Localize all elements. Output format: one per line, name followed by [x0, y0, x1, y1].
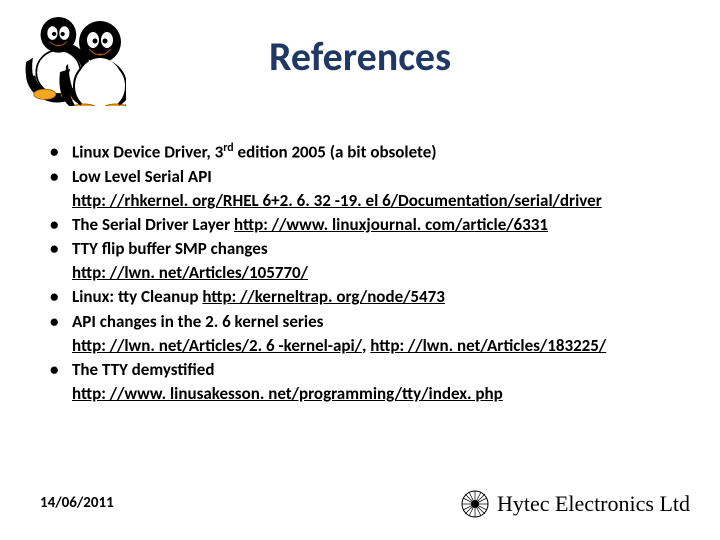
list-item: • The Serial Driver Layer http: //www. l…: [50, 213, 680, 237]
company-logo-icon: [461, 490, 489, 518]
link[interactable]: http: //www. linusakesson. net/programmi…: [72, 383, 503, 404]
list-item: •The TTY demystified: [50, 358, 680, 382]
list-item: http: //lwn. net/Articles/2. 6 -kernel-a…: [50, 334, 680, 358]
list-item: •Low Level Serial API: [50, 165, 680, 189]
link[interactable]: http: //lwn. net/Articles/105770/: [72, 262, 308, 283]
list-item: http: //www. linusakesson. net/programmi…: [50, 382, 680, 406]
footer-company: Hytec Electronics Ltd: [461, 490, 690, 518]
link[interactable]: http: //www. linuxjournal. com/article/6…: [234, 214, 548, 235]
list-item: •TTY flip buffer SMP changes: [50, 237, 680, 261]
list-item: http: //rhkernel. org/RHEL 6+2. 6. 32 -1…: [50, 189, 680, 213]
link[interactable]: http: //lwn. net/Articles/183225/: [370, 335, 606, 356]
list-item: • Linux Device Driver, 3rd edition 2005 …: [50, 140, 680, 165]
list-item: •API changes in the 2. 6 kernel series: [50, 310, 680, 334]
link[interactable]: http: //rhkernel. org/RHEL 6+2. 6. 32 -1…: [72, 190, 602, 211]
link[interactable]: http: //kerneltrap. org/node/5473: [202, 286, 445, 307]
references-list: • Linux Device Driver, 3rd edition 2005 …: [50, 140, 680, 406]
slide-title: References: [0, 32, 720, 81]
link[interactable]: http: //lwn. net/Articles/2. 6 -kernel-a…: [72, 335, 362, 356]
footer-date: 14/06/2011: [40, 494, 114, 512]
list-item: • Linux: tty Cleanup http: //kerneltrap.…: [50, 285, 680, 309]
list-item: http: //lwn. net/Articles/105770/: [50, 261, 680, 285]
